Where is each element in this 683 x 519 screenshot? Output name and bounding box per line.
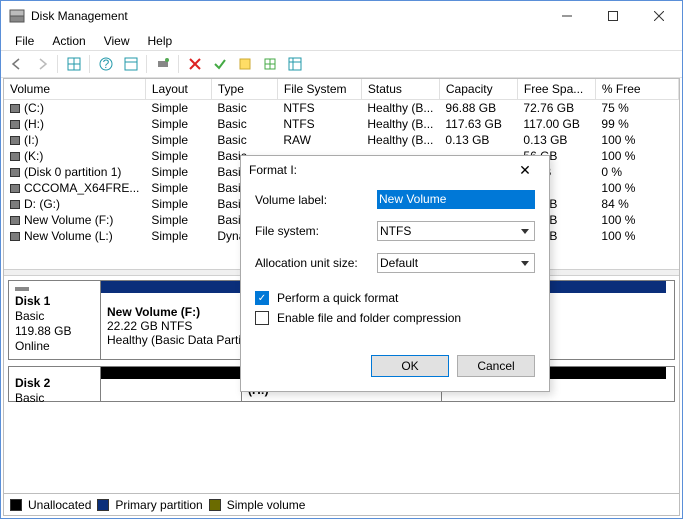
- volume-label-input[interactable]: [377, 190, 535, 209]
- forward-icon[interactable]: [30, 53, 53, 75]
- table-row[interactable]: (C:)SimpleBasicNTFSHealthy (B...96.88 GB…: [4, 100, 679, 117]
- partition[interactable]: [101, 367, 241, 401]
- grid-icon[interactable]: [62, 53, 85, 75]
- volume-name: New Volume (L:): [24, 229, 113, 243]
- table-row[interactable]: (H:)SimpleBasicNTFSHealthy (B...117.63 G…: [4, 116, 679, 132]
- refresh-icon[interactable]: [258, 53, 281, 75]
- volume-name: New Volume (F:): [24, 213, 113, 227]
- volume-name: CCCOMA_X64FRE...: [24, 181, 139, 195]
- volume-icon: [10, 216, 20, 225]
- quick-format-checkbox[interactable]: ✓: [255, 291, 269, 305]
- legend: Unallocated Primary partition Simple vol…: [4, 493, 679, 515]
- filesystem-label: File system:: [255, 224, 367, 238]
- menu-file[interactable]: File: [7, 33, 42, 49]
- compression-checkbox[interactable]: [255, 311, 269, 325]
- col-capacity[interactable]: Capacity: [439, 79, 517, 100]
- titlebar[interactable]: Disk Management: [1, 1, 682, 31]
- compression-label: Enable file and folder compression: [277, 311, 461, 325]
- dialog-title: Format I:: [249, 163, 509, 177]
- col-fs[interactable]: File System: [277, 79, 361, 100]
- layout-icon[interactable]: [119, 53, 142, 75]
- col-type[interactable]: Type: [211, 79, 277, 100]
- window-title: Disk Management: [31, 9, 128, 23]
- legend-simple: Simple volume: [227, 498, 306, 512]
- menu-help[interactable]: Help: [140, 33, 181, 49]
- volume-name: (I:): [24, 133, 39, 147]
- new-icon[interactable]: [233, 53, 256, 75]
- menu-action[interactable]: Action: [44, 33, 93, 49]
- ok-button[interactable]: OK: [371, 355, 449, 377]
- volume-icon: [10, 152, 20, 161]
- close-button[interactable]: [636, 1, 682, 31]
- settings-icon[interactable]: [151, 53, 174, 75]
- volume-icon: [10, 232, 20, 241]
- volume-icon: [10, 120, 20, 129]
- dialog-titlebar[interactable]: Format I: ✕: [241, 156, 549, 184]
- volume-icon: [10, 184, 20, 193]
- col-status[interactable]: Status: [361, 79, 439, 100]
- allocation-label: Allocation unit size:: [255, 256, 367, 270]
- svg-text:?: ?: [102, 57, 109, 71]
- check-icon[interactable]: [208, 53, 231, 75]
- legend-unallocated: Unallocated: [28, 498, 91, 512]
- disk-name: Disk 2: [15, 376, 94, 390]
- app-icon: [9, 8, 25, 24]
- allocation-select[interactable]: Default: [377, 253, 535, 273]
- properties-icon[interactable]: [283, 53, 306, 75]
- minimize-button[interactable]: [544, 1, 590, 31]
- legend-swatch-primary: [97, 499, 109, 511]
- col-pct[interactable]: % Free: [595, 79, 678, 100]
- format-dialog: Format I: ✕ Volume label: File system: N…: [240, 155, 550, 392]
- legend-primary: Primary partition: [115, 498, 202, 512]
- volume-name: (C:): [24, 101, 44, 115]
- menubar: File Action View Help: [1, 31, 682, 50]
- legend-swatch-unallocated: [10, 499, 22, 511]
- col-free[interactable]: Free Spa...: [517, 79, 595, 100]
- volume-name: (Disk 0 partition 1): [24, 165, 121, 179]
- toolbar: ?: [1, 50, 682, 78]
- disk-icon: [15, 287, 29, 291]
- legend-swatch-simple: [209, 499, 221, 511]
- dialog-close-icon[interactable]: ✕: [509, 162, 541, 179]
- disk-info: Disk 2Basic: [9, 367, 101, 401]
- volume-label-label: Volume label:: [255, 193, 367, 207]
- menu-view[interactable]: View: [96, 33, 138, 49]
- quick-format-label: Perform a quick format: [277, 291, 398, 305]
- disk-name: Disk 1: [15, 294, 94, 308]
- help-icon[interactable]: ?: [94, 53, 117, 75]
- col-layout[interactable]: Layout: [145, 79, 211, 100]
- disk-info: Disk 1Basic119.88 GBOnline: [9, 281, 101, 359]
- volume-icon: [10, 168, 20, 177]
- volume-icon: [10, 104, 20, 113]
- maximize-button[interactable]: [590, 1, 636, 31]
- delete-icon[interactable]: [183, 53, 206, 75]
- table-row[interactable]: (I:)SimpleBasicRAWHealthy (B...0.13 GB0.…: [4, 132, 679, 148]
- col-volume[interactable]: Volume: [4, 79, 145, 100]
- back-icon[interactable]: [5, 53, 28, 75]
- filesystem-select[interactable]: NTFS: [377, 221, 535, 241]
- volume-name: (K:): [24, 149, 43, 163]
- volume-icon: [10, 136, 20, 145]
- volume-name: D: (G:): [24, 197, 60, 211]
- volume-icon: [10, 200, 20, 209]
- cancel-button[interactable]: Cancel: [457, 355, 535, 377]
- volume-name: (H:): [24, 117, 44, 131]
